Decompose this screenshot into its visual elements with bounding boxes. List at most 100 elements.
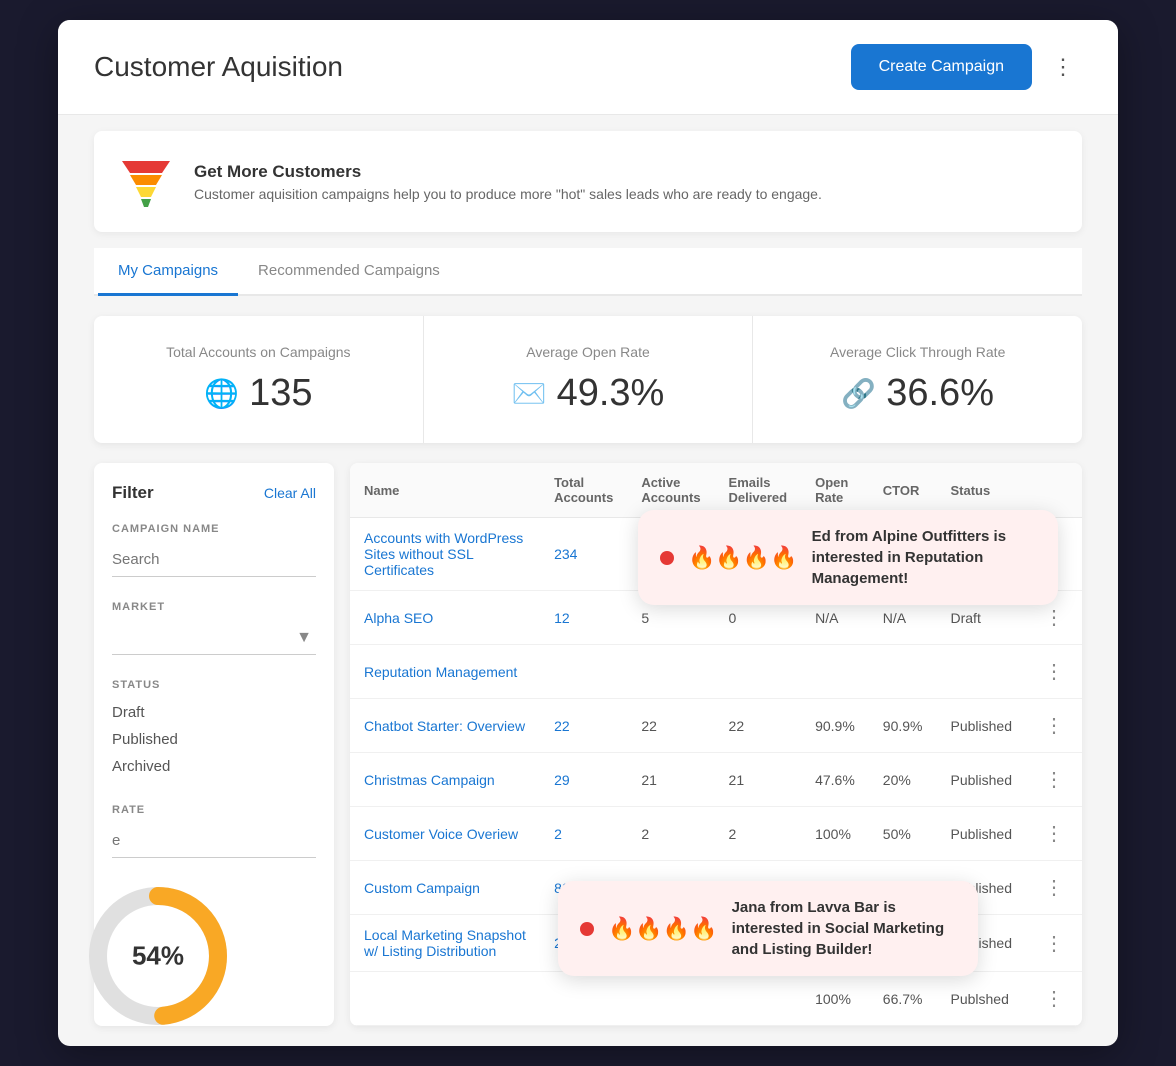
row-action-button[interactable]: ⋮ <box>1040 873 1068 902</box>
mail-icon: ✉️ <box>512 377 547 410</box>
create-campaign-button[interactable]: Create Campaign <box>851 44 1032 90</box>
search-input[interactable] <box>112 543 316 577</box>
cell-emails-delivered: 2 <box>715 807 802 861</box>
cell-status <box>937 645 1027 699</box>
campaign-name-link[interactable]: Accounts with WordPress Sites without SS… <box>364 530 523 578</box>
notif-dot-1 <box>660 551 674 565</box>
fire-icon-2: 🔥🔥🔥🔥 <box>608 916 718 942</box>
cell-name: Reputation Management <box>350 645 540 699</box>
cell-actions: ⋮ <box>1026 645 1082 699</box>
cell-active-accounts: 2 <box>627 807 714 861</box>
header-actions: Create Campaign ⋮ <box>851 44 1082 90</box>
cell-ctor <box>869 645 937 699</box>
cell-name: Christmas Campaign <box>350 753 540 807</box>
cell-ctor: 20% <box>869 753 937 807</box>
stat-open-rate-value: ✉️ 49.3% <box>454 372 723 415</box>
table-row: Chatbot Starter: Overview 22 22 22 90.9%… <box>350 699 1082 753</box>
market-select-wrapper: ▼ <box>112 621 316 655</box>
campaign-name-link[interactable]: Chatbot Starter: Overview <box>364 718 525 734</box>
globe-icon: 🌐 <box>204 377 239 410</box>
filter-header: Filter Clear All <box>112 483 316 503</box>
banner-description: Customer aquisition campaigns help you t… <box>194 186 822 202</box>
cell-actions: ⋮ <box>1026 972 1082 1026</box>
cell-emails-delivered: 22 <box>715 699 802 753</box>
clear-all-button[interactable]: Clear All <box>264 485 316 501</box>
filter-campaign-name-section: CAMPAIGN NAME <box>112 523 316 577</box>
cell-actions: ⋮ <box>1026 807 1082 861</box>
status-archived[interactable]: Archived <box>112 753 316 780</box>
cell-name <box>350 972 540 1026</box>
cell-active-accounts <box>627 645 714 699</box>
stat-open-rate: Average Open Rate ✉️ 49.3% <box>424 316 754 443</box>
cell-total-accounts: 22 <box>540 699 627 753</box>
row-action-button[interactable]: ⋮ <box>1040 819 1068 848</box>
row-action-button[interactable]: ⋮ <box>1040 657 1068 686</box>
cell-status: Published <box>937 753 1027 807</box>
donut-chart: 54% <box>78 876 238 1036</box>
table-row: 100% 66.7% Publshed ⋮ <box>350 972 1082 1026</box>
cell-open-rate: 47.6% <box>801 753 869 807</box>
notification-tooltip-1: 🔥🔥🔥🔥 Ed from Alpine Outfitters is intere… <box>638 510 1058 605</box>
cell-total-accounts: 234 <box>540 518 627 591</box>
filter-status-section: STATUS Draft Published Archived <box>112 679 316 780</box>
cell-name: Accounts with WordPress Sites without SS… <box>350 518 540 591</box>
row-action-button[interactable]: ⋮ <box>1040 603 1068 632</box>
cell-active-accounts <box>627 972 714 1026</box>
status-published[interactable]: Published <box>112 726 316 753</box>
stat-total-accounts-label: Total Accounts on Campaigns <box>124 344 393 360</box>
row-action-button[interactable]: ⋮ <box>1040 765 1068 794</box>
filter-rate-section: RATE <box>112 804 316 858</box>
fire-icon-1: 🔥🔥🔥🔥 <box>688 545 798 571</box>
cell-status: Publshed <box>937 972 1027 1026</box>
stat-open-rate-label: Average Open Rate <box>454 344 723 360</box>
cell-open-rate: 100% <box>801 807 869 861</box>
cell-open-rate <box>801 645 869 699</box>
row-action-button[interactable]: ⋮ <box>1040 711 1068 740</box>
tab-my-campaigns[interactable]: My Campaigns <box>98 248 238 296</box>
banner: Get More Customers Customer aquisition c… <box>94 131 1082 232</box>
stat-total-accounts-value: 🌐 135 <box>124 372 393 415</box>
funnel-icon <box>118 151 174 212</box>
filter-title: Filter <box>112 483 154 503</box>
stat-click-through-rate: Average Click Through Rate 🔗 36.6% <box>753 316 1082 443</box>
cell-total-accounts: 2 <box>540 807 627 861</box>
rate-label: RATE <box>112 804 316 816</box>
rate-input[interactable] <box>112 824 316 858</box>
row-action-button[interactable]: ⋮ <box>1040 984 1068 1013</box>
status-draft[interactable]: Draft <box>112 699 316 726</box>
cell-total-accounts: 12 <box>540 591 627 645</box>
cell-status: Published <box>937 807 1027 861</box>
campaign-name-link[interactable]: Local Marketing Snapshot w/ Listing Dist… <box>364 927 526 959</box>
stat-total-accounts: Total Accounts on Campaigns 🌐 135 <box>94 316 424 443</box>
notif-text-1: Ed from Alpine Outfitters is interested … <box>812 526 1036 589</box>
tab-recommended-campaigns[interactable]: Recommended Campaigns <box>238 248 460 296</box>
stat-click-through-label: Average Click Through Rate <box>783 344 1052 360</box>
campaign-name-link[interactable]: Alpha SEO <box>364 610 433 626</box>
link-icon: 🔗 <box>841 377 876 410</box>
cell-name: Custom Campaign <box>350 861 540 915</box>
table-row: Customer Voice Overiew 2 2 2 100% 50% Pu… <box>350 807 1082 861</box>
donut-percent-label: 54% <box>132 941 184 972</box>
notif-text-2: Jana from Lavva Bar is interested in Soc… <box>732 897 956 960</box>
tabs: My Campaigns Recommended Campaigns <box>94 248 1082 296</box>
market-label: MARKET <box>112 601 316 613</box>
cell-name: Customer Voice Overiew <box>350 807 540 861</box>
cell-total-accounts <box>540 645 627 699</box>
campaign-name-link[interactable]: Reputation Management <box>364 664 517 680</box>
campaign-name-link[interactable]: Customer Voice Overiew <box>364 826 518 842</box>
cell-open-rate: 90.9% <box>801 699 869 753</box>
main-container: Customer Aquisition Create Campaign ⋮ Ge… <box>58 20 1118 1046</box>
market-select[interactable] <box>112 621 316 655</box>
campaign-name-link[interactable]: Custom Campaign <box>364 880 480 896</box>
campaign-name-link[interactable]: Christmas Campaign <box>364 772 495 788</box>
cell-actions: ⋮ <box>1026 861 1082 915</box>
stats-row: Total Accounts on Campaigns 🌐 135 Averag… <box>94 316 1082 443</box>
status-label: STATUS <box>112 679 316 691</box>
cell-emails-delivered: 21 <box>715 753 802 807</box>
more-menu-button[interactable]: ⋮ <box>1044 50 1082 84</box>
cell-ctor: 50% <box>869 807 937 861</box>
cell-ctor: 66.7% <box>869 972 937 1026</box>
notification-tooltip-2: 🔥🔥🔥🔥 Jana from Lavva Bar is interested i… <box>558 881 978 976</box>
table-row: Reputation Management ⋮ <box>350 645 1082 699</box>
row-action-button[interactable]: ⋮ <box>1040 929 1068 958</box>
